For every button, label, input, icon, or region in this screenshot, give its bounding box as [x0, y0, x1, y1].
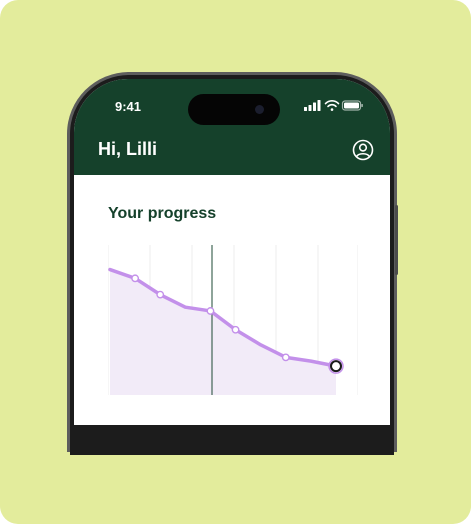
phone-screen: 9:41 Hi, Lilli Your progress [74, 79, 390, 425]
battery-icon [341, 100, 363, 111]
app-header: 9:41 Hi, Lilli [74, 79, 390, 175]
greeting-title: Hi, Lilli [98, 139, 158, 159]
camera-icon [255, 105, 264, 114]
data-point-marker [206, 307, 215, 315]
data-point-marker [131, 274, 140, 283]
background-card: 9:41 Hi, Lilli Your progress [0, 0, 471, 524]
data-point-marker [156, 290, 165, 299]
dynamic-island [188, 94, 280, 125]
progress-chart [108, 245, 358, 395]
data-point-marker [281, 353, 290, 362]
progress-section: Your progress [74, 175, 390, 425]
series-area [110, 269, 336, 395]
phone-side-button [395, 205, 398, 275]
current-point-marker[interactable] [330, 360, 342, 373]
section-title: Your progress [108, 205, 217, 222]
status-icons [304, 100, 363, 111]
signal-icon [304, 100, 321, 111]
status-time: 9:41 [115, 99, 142, 114]
user-circle-icon[interactable] [352, 139, 374, 161]
data-point-marker [231, 325, 240, 334]
wifi-icon [324, 100, 340, 111]
